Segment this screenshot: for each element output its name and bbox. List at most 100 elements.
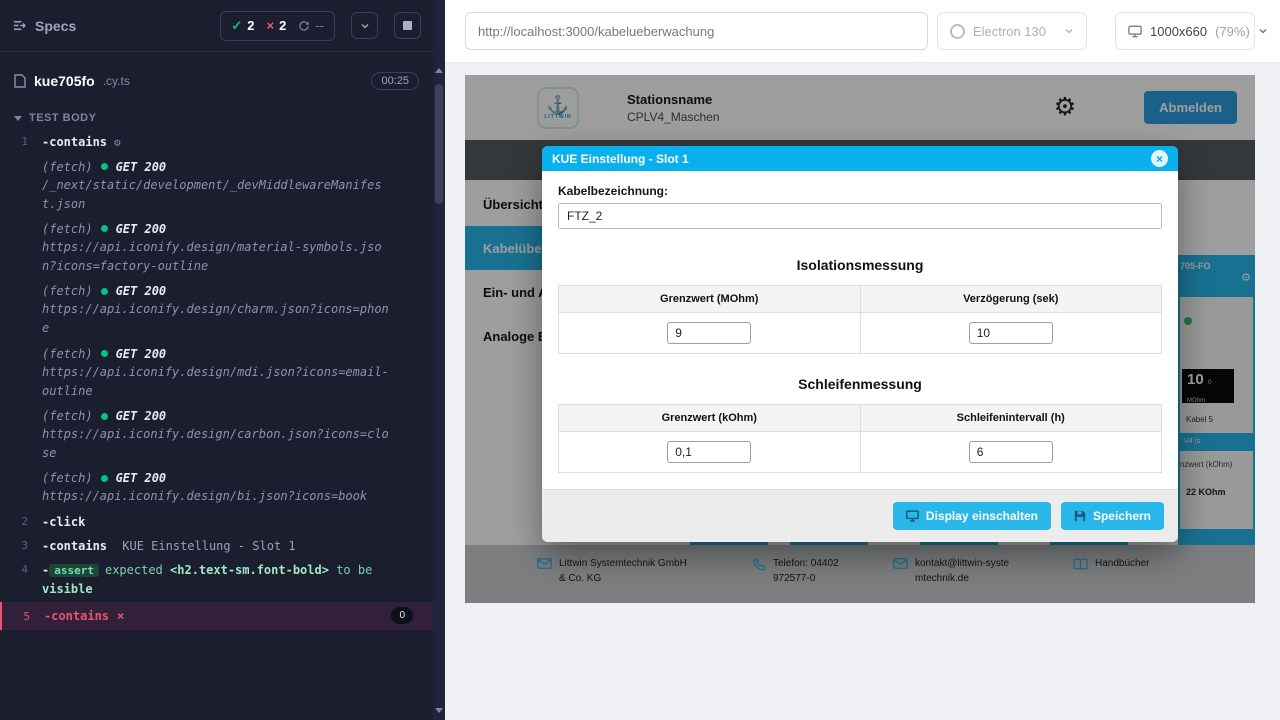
fetch-url: https://api.iconify.design/carbon.json?i… [42,425,394,463]
log-fetch-row[interactable]: (fetch) GET 200 https://api.iconify.desi… [0,404,433,466]
save-button[interactable]: Speichern [1061,502,1164,530]
spec-duration-badge: 00:25 [371,72,419,90]
stat-failed: × 2 [267,18,287,33]
check-icon: ✓ [231,18,242,34]
spec-extension: .cy.ts [103,74,130,88]
kue-settings-modal: KUE Einstellung - Slot 1 × Kabelbezeichn… [542,146,1178,542]
fetch-label: (fetch) [42,469,93,487]
modal-header: KUE Einstellung - Slot 1 × [542,146,1178,171]
command-number: 5 [2,608,44,623]
fetch-url: https://api.iconify.design/charm.json?ic… [42,300,394,338]
loop-col2-header: Schleifenintervall (h) [860,405,1162,432]
loop-section-title: Schleifenmessung [558,376,1162,392]
assert-badge: assert [49,564,99,577]
command-row-contains-1[interactable]: 1 -contains⚙ [0,130,433,155]
url-input[interactable] [465,12,928,50]
command-number: 4 [0,561,42,576]
floppy-disk-icon [1074,510,1086,522]
command-row-contains-failed[interactable]: 5 -contains × 0 [0,602,433,630]
scroll-up-arrow-icon[interactable] [435,68,443,73]
chevron-down-icon [14,116,22,121]
viewport-select[interactable]: 1000x660 (79%) [1115,12,1255,50]
browser-area: Electron 130 1000x660 (79%) ⚓ LITTWIN St… [445,0,1280,720]
fetch-status: GET 200 [116,220,167,238]
command-name: contains [49,539,107,553]
cross-icon: × [267,18,275,33]
isolation-col1-header: Grenzwert (MOhm) [559,286,861,313]
collapse-button[interactable] [351,12,378,39]
chevron-down-icon [1258,26,1268,36]
loop-col1-header: Grenzwert (kOhm) [559,405,861,432]
assert-mid: to be [336,563,372,577]
stat-pending: -- [298,18,324,33]
save-label: Speichern [1093,509,1151,523]
command-name: click [49,515,85,529]
command-name: contains [51,607,109,625]
reporter-scrollbar[interactable] [433,0,445,720]
command-row-contains-2[interactable]: 3 -contains KUE Einstellung - Slot 1 [0,534,433,558]
isolation-delay-input[interactable] [969,322,1053,344]
fetch-status: GET 200 [116,282,167,300]
modal-body: Kabelbezeichnung: Isolationsmessung Gren… [542,171,1178,473]
test-body-section-toggle[interactable]: TEST BODY [0,102,433,130]
command-row-assert[interactable]: 4 -assertexpected <h2.text-sm.font-bold>… [0,558,433,602]
fail-cross-icon: × [117,607,124,625]
fetch-label: (fetch) [42,282,93,300]
browser-select[interactable]: Electron 130 [937,12,1087,50]
status-ok-dot-icon [101,163,108,170]
command-argument: KUE Einstellung - Slot 1 [122,539,295,553]
status-ok-dot-icon [101,475,108,482]
display-on-button[interactable]: Display einschalten [893,502,1051,530]
viewport-zoom: (79%) [1215,24,1250,39]
passed-count: 2 [247,18,254,33]
command-number: 3 [0,537,42,552]
log-fetch-row[interactable]: (fetch) GET 200 https://api.iconify.desi… [0,342,433,404]
loop-limit-input[interactable] [667,441,751,463]
cable-name-input[interactable] [558,203,1162,229]
viewport-dimensions: 1000x660 [1150,24,1207,39]
reporter-header: Specs ✓ 2 × 2 -- [0,0,433,52]
close-icon[interactable]: × [1151,150,1168,167]
status-ok-dot-icon [101,225,108,232]
scrollbar-thumb[interactable] [435,84,443,204]
modal-title: KUE Einstellung - Slot 1 [552,152,689,166]
isolation-section-title: Isolationsmessung [558,257,1162,273]
browser-name: Electron 130 [973,24,1046,39]
isolation-table: Grenzwert (MOhm) Verzögerung (sek) [558,285,1162,354]
modal-footer: Display einschalten Speichern [542,489,1178,542]
chevron-down-icon [1064,26,1074,36]
app-under-test: ⚓ LITTWIN Stationsname CPLV4_Maschen ⚙ A… [465,75,1255,603]
stop-button[interactable] [394,12,421,39]
isolation-limit-input[interactable] [667,322,751,344]
failed-count: 2 [279,18,286,33]
fetch-url: https://api.iconify.design/material-symb… [42,238,394,276]
fetch-url: https://api.iconify.design/mdi.json?icon… [42,363,394,401]
command-dash: - [44,607,51,625]
fetch-label: (fetch) [42,407,93,425]
status-ok-dot-icon [101,413,108,420]
fetch-label: (fetch) [42,220,93,238]
assert-target: <h2.text-sm.font-bold> [170,563,329,577]
cypress-reporter-panel: Specs ✓ 2 × 2 -- [0,0,433,720]
electron-icon [950,24,965,39]
browser-header: Electron 130 1000x660 (79%) [445,0,1280,63]
command-row-click[interactable]: 2 -click [0,510,433,534]
fetch-label: (fetch) [42,345,93,363]
spec-file-row[interactable]: kue705fo.cy.ts 00:25 [0,60,433,102]
loop-interval-input[interactable] [969,441,1053,463]
monitor-icon [1128,25,1142,38]
test-body-label: TEST BODY [29,112,96,124]
fetch-status: GET 200 [116,407,167,425]
specs-label: Specs [35,18,76,34]
fetch-url: /_next/static/development/_devMiddleware… [42,176,394,214]
log-count-badge: 0 [391,607,413,624]
specs-toggle-button[interactable]: Specs [12,18,76,34]
log-fetch-row[interactable]: (fetch) GET 200 https://api.iconify.desi… [0,279,433,341]
log-fetch-row[interactable]: (fetch) GET 200 /_next/static/developmen… [0,155,433,217]
stop-icon [403,21,412,30]
status-ok-dot-icon [101,350,108,357]
log-fetch-row[interactable]: (fetch) GET 200 https://api.iconify.desi… [0,217,433,279]
log-fetch-row[interactable]: (fetch) GET 200 https://api.iconify.desi… [0,466,433,509]
scroll-down-arrow-icon[interactable] [435,708,443,713]
fetch-url: https://api.iconify.design/bi.json?icons… [42,487,394,506]
